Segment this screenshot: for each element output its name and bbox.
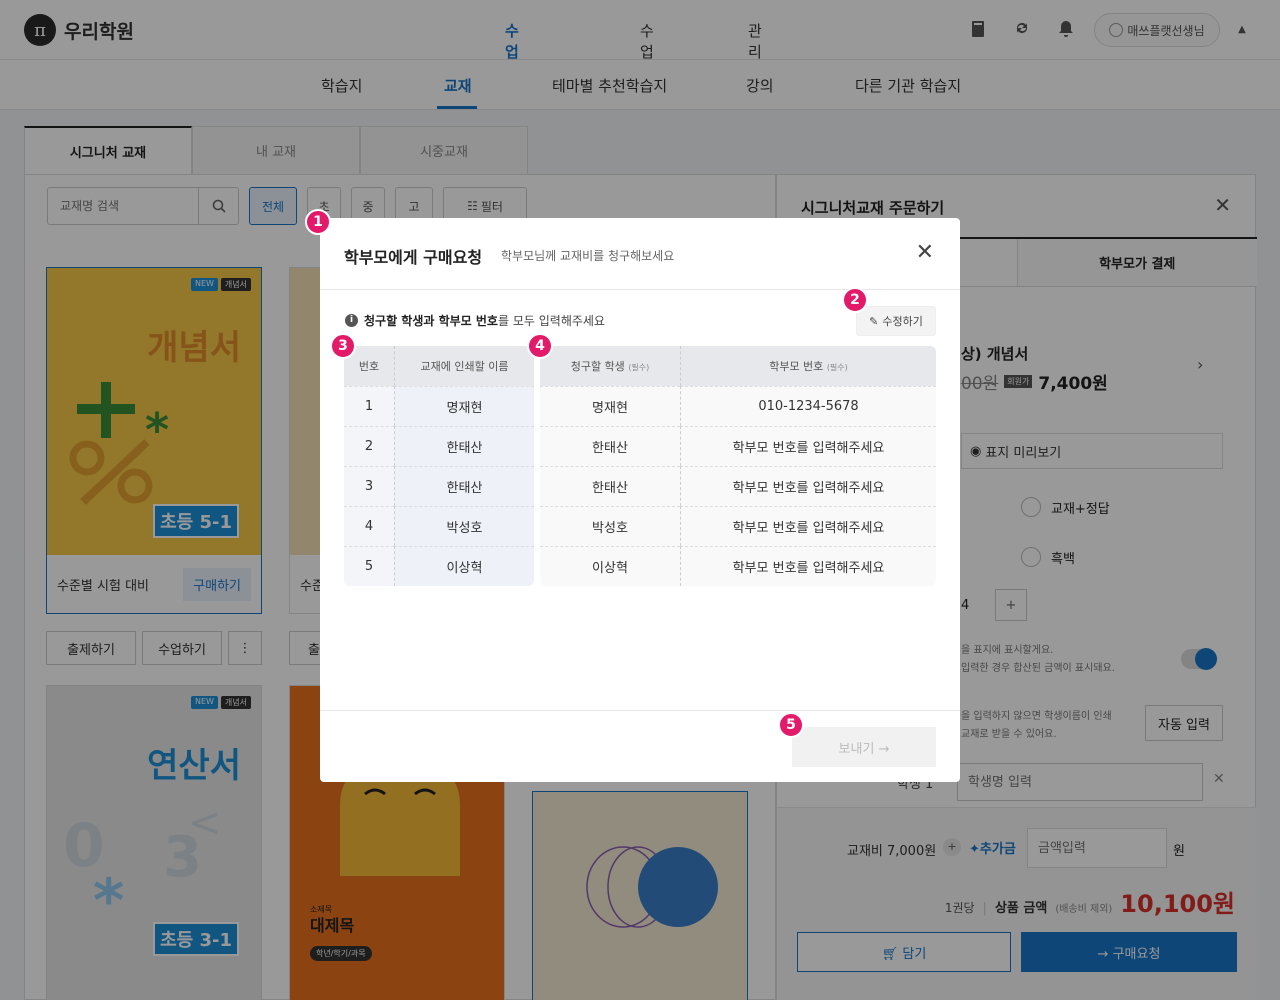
col-phone: 학부모 번호 (필수) <box>680 346 936 386</box>
table-row: 2 한태산 <box>344 426 534 466</box>
modal-header: 학부모에게 구매요청 학부모님께 교재비를 청구해보세요 ✕ <box>320 218 960 290</box>
info-bold: 청구할 학생과 학부모 번호 <box>364 314 498 328</box>
send-button[interactable]: 보내기 → <box>792 727 936 767</box>
table-row: 5 이상혁 <box>344 546 534 586</box>
modal-title: 학부모에게 구매요청 <box>344 248 483 267</box>
table-row: 명재현 010-1234-5678 <box>540 386 936 426</box>
parent-phone-cell[interactable]: 학부모 번호를 입력해주세요 <box>680 466 936 506</box>
student-cell[interactable]: 박성호 <box>540 506 680 546</box>
print-name-table: 번호 교재에 인쇄할 이름 1 명재현 2 한태산 3 한태산 4 박성호 5 이상혁 <box>344 346 534 586</box>
print-name-cell[interactable]: 한태산 <box>394 466 534 506</box>
edit-label: 수정하기 <box>882 315 923 328</box>
student-cell[interactable]: 이상혁 <box>540 546 680 586</box>
parent-phone-cell[interactable]: 010-1234-5678 <box>680 386 936 426</box>
table-row: 4 박성호 <box>344 506 534 546</box>
row-number: 4 <box>344 506 394 546</box>
modal-subtitle: 학부모님께 교재비를 청구해보세요 <box>501 249 675 263</box>
billing-table: 청구할 학생 (필수) 학부모 번호 (필수) 명재현 010-1234-5678… <box>540 346 936 586</box>
table-row: 이상혁 학부모 번호를 입력해주세요 <box>540 546 936 586</box>
print-name-cell[interactable]: 박성호 <box>394 506 534 546</box>
arrow-right-icon: → <box>878 741 890 757</box>
table-row: 3 한태산 <box>344 466 534 506</box>
print-name-cell[interactable]: 명재현 <box>394 386 534 426</box>
print-name-cell[interactable]: 이상혁 <box>394 546 534 586</box>
info-message: i 청구할 학생과 학부모 번호를 모두 입력해주세요 <box>345 312 605 329</box>
close-icon[interactable]: ✕ <box>916 240 934 265</box>
row-number: 2 <box>344 426 394 466</box>
student-cell[interactable]: 한태산 <box>540 426 680 466</box>
parent-phone-cell[interactable]: 학부모 번호를 입력해주세요 <box>680 426 936 466</box>
info-icon: i <box>345 314 358 327</box>
student-cell[interactable]: 명재현 <box>540 386 680 426</box>
info-rest: 를 모두 입력해주세요 <box>497 314 605 328</box>
table-row: 박성호 학부모 번호를 입력해주세요 <box>540 506 936 546</box>
modal-footer: 보내기 → <box>320 710 960 782</box>
student-cell[interactable]: 한태산 <box>540 466 680 506</box>
col-student: 청구할 학생 (필수) <box>540 346 680 386</box>
row-number: 5 <box>344 546 394 586</box>
row-number: 1 <box>344 386 394 426</box>
row-number: 3 <box>344 466 394 506</box>
marker-1: 1 <box>305 209 331 235</box>
table-row: 한태산 학부모 번호를 입력해주세요 <box>540 426 936 466</box>
pencil-icon: ✎ <box>869 314 879 328</box>
parent-phone-cell[interactable]: 학부모 번호를 입력해주세요 <box>680 506 936 546</box>
table-row: 한태산 학부모 번호를 입력해주세요 <box>540 466 936 506</box>
table-row: 1 명재현 <box>344 386 534 426</box>
edit-button[interactable]: ✎ 수정하기 <box>856 306 936 336</box>
marker-4: 4 <box>527 333 553 359</box>
col-print-name: 교재에 인쇄할 이름 <box>394 346 534 386</box>
marker-2: 2 <box>842 287 868 313</box>
marker-3: 3 <box>330 333 356 359</box>
print-name-cell[interactable]: 한태산 <box>394 426 534 466</box>
parent-phone-cell[interactable]: 학부모 번호를 입력해주세요 <box>680 546 936 586</box>
marker-5: 5 <box>778 712 804 738</box>
